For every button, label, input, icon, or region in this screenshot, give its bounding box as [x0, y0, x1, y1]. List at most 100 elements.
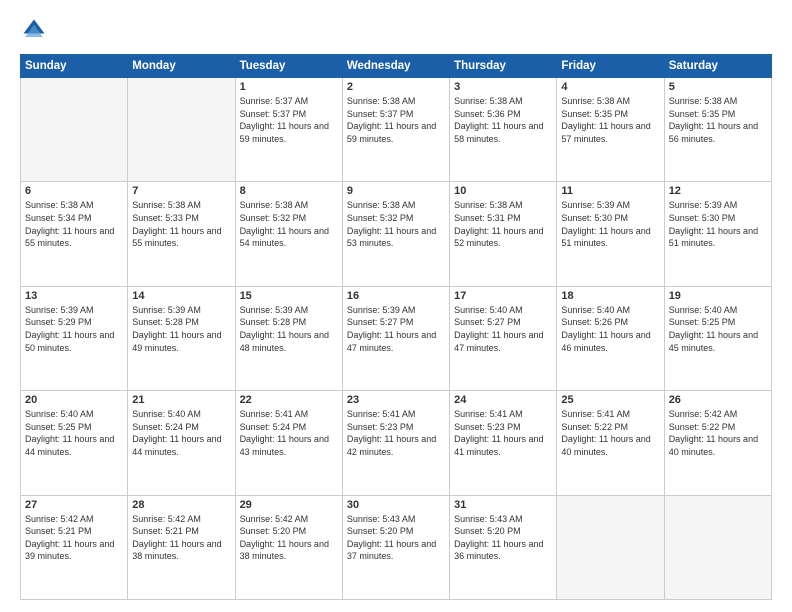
cell-info: Sunrise: 5:38 AM Sunset: 5:37 PM Dayligh…: [347, 95, 445, 145]
calendar-cell: 17 Sunrise: 5:40 AM Sunset: 5:27 PM Dayli…: [450, 286, 557, 390]
cell-info: Sunrise: 5:38 AM Sunset: 5:32 PM Dayligh…: [240, 199, 338, 249]
day-number: 4: [561, 81, 659, 93]
calendar-cell: [21, 78, 128, 182]
calendar-week-row: 6 Sunrise: 5:38 AM Sunset: 5:34 PM Daylig…: [21, 182, 772, 286]
day-number: 24: [454, 394, 552, 406]
calendar-cell: 16 Sunrise: 5:39 AM Sunset: 5:27 PM Dayli…: [342, 286, 449, 390]
day-number: 10: [454, 185, 552, 197]
cell-info: Sunrise: 5:42 AM Sunset: 5:21 PM Dayligh…: [132, 513, 230, 563]
cell-info: Sunrise: 5:42 AM Sunset: 5:22 PM Dayligh…: [669, 408, 767, 458]
calendar-cell: 31Sunrise: 5:43 AM Sunset: 5:20 PM Dayli…: [450, 495, 557, 599]
calendar-cell: 28Sunrise: 5:42 AM Sunset: 5:21 PM Dayli…: [128, 495, 235, 599]
page: SundayMondayTuesdayWednesdayThursdayFrid…: [0, 0, 792, 612]
day-number: 2: [347, 81, 445, 93]
calendar-cell: [557, 495, 664, 599]
cell-info: Sunrise: 5:41 AM Sunset: 5:23 PM Dayligh…: [347, 408, 445, 458]
calendar-cell: 9 Sunrise: 5:38 AM Sunset: 5:32 PM Daylig…: [342, 182, 449, 286]
calendar-week-row: 27 Sunrise: 5:42 AM Sunset: 5:21 PM Dayli…: [21, 495, 772, 599]
day-number: 23: [347, 394, 445, 406]
calendar-cell: 18 Sunrise: 5:40 AM Sunset: 5:26 PM Dayli…: [557, 286, 664, 390]
day-number: 25: [561, 394, 659, 406]
logo: [20, 16, 52, 44]
calendar-cell: 13Sunrise: 5:39 AM Sunset: 5:29 PM Dayli…: [21, 286, 128, 390]
calendar-cell: 12 Sunrise: 5:39 AM Sunset: 5:30 PM Dayli…: [664, 182, 771, 286]
day-of-week-header: Sunday: [21, 55, 128, 78]
calendar-cell: 3Sunrise: 5:38 AM Sunset: 5:36 PM Daylig…: [450, 78, 557, 182]
day-number: 16: [347, 290, 445, 302]
calendar-cell: 20 Sunrise: 5:40 AM Sunset: 5:25 PM Dayli…: [21, 391, 128, 495]
day-of-week-header: Monday: [128, 55, 235, 78]
day-number: 29: [240, 499, 338, 511]
calendar-cell: 5 Sunrise: 5:38 AM Sunset: 5:35 PM Daylig…: [664, 78, 771, 182]
calendar-cell: 27 Sunrise: 5:42 AM Sunset: 5:21 PM Dayli…: [21, 495, 128, 599]
header: [20, 16, 772, 44]
calendar-cell: 21 Sunrise: 5:40 AM Sunset: 5:24 PM Dayli…: [128, 391, 235, 495]
calendar-week-row: 13Sunrise: 5:39 AM Sunset: 5:29 PM Dayli…: [21, 286, 772, 390]
day-number: 17: [454, 290, 552, 302]
day-of-week-header: Saturday: [664, 55, 771, 78]
cell-info: Sunrise: 5:40 AM Sunset: 5:25 PM Dayligh…: [669, 304, 767, 354]
cell-info: Sunrise: 5:39 AM Sunset: 5:30 PM Dayligh…: [669, 199, 767, 249]
day-number: 8: [240, 185, 338, 197]
cell-info: Sunrise: 5:39 AM Sunset: 5:28 PM Dayligh…: [240, 304, 338, 354]
day-number: 20: [25, 394, 123, 406]
calendar-cell: 11 Sunrise: 5:39 AM Sunset: 5:30 PM Dayli…: [557, 182, 664, 286]
cell-info: Sunrise: 5:38 AM Sunset: 5:35 PM Dayligh…: [561, 95, 659, 145]
day-number: 26: [669, 394, 767, 406]
calendar-cell: 15 Sunrise: 5:39 AM Sunset: 5:28 PM Dayli…: [235, 286, 342, 390]
day-number: 12: [669, 185, 767, 197]
day-of-week-header: Tuesday: [235, 55, 342, 78]
cell-info: Sunrise: 5:41 AM Sunset: 5:23 PM Dayligh…: [454, 408, 552, 458]
day-number: 9: [347, 185, 445, 197]
cell-info: Sunrise: 5:39 AM Sunset: 5:30 PM Dayligh…: [561, 199, 659, 249]
cell-info: Sunrise: 5:38 AM Sunset: 5:32 PM Dayligh…: [347, 199, 445, 249]
day-number: 11: [561, 185, 659, 197]
cell-info: Sunrise: 5:40 AM Sunset: 5:24 PM Dayligh…: [132, 408, 230, 458]
day-of-week-header: Wednesday: [342, 55, 449, 78]
calendar-cell: 7 Sunrise: 5:38 AM Sunset: 5:33 PM Daylig…: [128, 182, 235, 286]
calendar-cell: 23 Sunrise: 5:41 AM Sunset: 5:23 PM Dayli…: [342, 391, 449, 495]
calendar-cell: 30Sunrise: 5:43 AM Sunset: 5:20 PM Dayli…: [342, 495, 449, 599]
calendar-cell: 10 Sunrise: 5:38 AM Sunset: 5:31 PM Dayli…: [450, 182, 557, 286]
cell-info: Sunrise: 5:38 AM Sunset: 5:34 PM Dayligh…: [25, 199, 123, 249]
day-number: 18: [561, 290, 659, 302]
day-number: 3: [454, 81, 552, 93]
calendar-cell: 2 Sunrise: 5:38 AM Sunset: 5:37 PM Daylig…: [342, 78, 449, 182]
calendar-cell: 6 Sunrise: 5:38 AM Sunset: 5:34 PM Daylig…: [21, 182, 128, 286]
cell-info: Sunrise: 5:40 AM Sunset: 5:25 PM Dayligh…: [25, 408, 123, 458]
calendar-cell: 8 Sunrise: 5:38 AM Sunset: 5:32 PM Daylig…: [235, 182, 342, 286]
day-number: 30: [347, 499, 445, 511]
day-number: 7: [132, 185, 230, 197]
cell-info: Sunrise: 5:40 AM Sunset: 5:26 PM Dayligh…: [561, 304, 659, 354]
day-number: 1: [240, 81, 338, 93]
day-number: 19: [669, 290, 767, 302]
day-number: 21: [132, 394, 230, 406]
cell-info: Sunrise: 5:41 AM Sunset: 5:24 PM Dayligh…: [240, 408, 338, 458]
cell-info: Sunrise: 5:39 AM Sunset: 5:29 PM Dayligh…: [25, 304, 123, 354]
day-number: 14: [132, 290, 230, 302]
cell-info: Sunrise: 5:38 AM Sunset: 5:33 PM Dayligh…: [132, 199, 230, 249]
cell-info: Sunrise: 5:41 AM Sunset: 5:22 PM Dayligh…: [561, 408, 659, 458]
cell-info: Sunrise: 5:38 AM Sunset: 5:35 PM Dayligh…: [669, 95, 767, 145]
day-of-week-header: Friday: [557, 55, 664, 78]
cell-info: Sunrise: 5:42 AM Sunset: 5:20 PM Dayligh…: [240, 513, 338, 563]
calendar-cell: 14Sunrise: 5:39 AM Sunset: 5:28 PM Dayli…: [128, 286, 235, 390]
calendar-week-row: 20 Sunrise: 5:40 AM Sunset: 5:25 PM Dayli…: [21, 391, 772, 495]
calendar-cell: 24 Sunrise: 5:41 AM Sunset: 5:23 PM Dayli…: [450, 391, 557, 495]
calendar-cell: 26 Sunrise: 5:42 AM Sunset: 5:22 PM Dayli…: [664, 391, 771, 495]
cell-info: Sunrise: 5:42 AM Sunset: 5:21 PM Dayligh…: [25, 513, 123, 563]
day-number: 15: [240, 290, 338, 302]
logo-icon: [20, 16, 48, 44]
day-number: 5: [669, 81, 767, 93]
calendar-cell: 19 Sunrise: 5:40 AM Sunset: 5:25 PM Dayli…: [664, 286, 771, 390]
day-number: 27: [25, 499, 123, 511]
day-number: 31: [454, 499, 552, 511]
day-number: 6: [25, 185, 123, 197]
cell-info: Sunrise: 5:38 AM Sunset: 5:31 PM Dayligh…: [454, 199, 552, 249]
calendar-table: SundayMondayTuesdayWednesdayThursdayFrid…: [20, 54, 772, 600]
cell-info: Sunrise: 5:39 AM Sunset: 5:27 PM Dayligh…: [347, 304, 445, 354]
calendar-week-row: 1Sunrise: 5:37 AM Sunset: 5:37 PM Daylig…: [21, 78, 772, 182]
calendar-cell: 29 Sunrise: 5:42 AM Sunset: 5:20 PM Dayli…: [235, 495, 342, 599]
cell-info: Sunrise: 5:40 AM Sunset: 5:27 PM Dayligh…: [454, 304, 552, 354]
calendar-cell: [664, 495, 771, 599]
